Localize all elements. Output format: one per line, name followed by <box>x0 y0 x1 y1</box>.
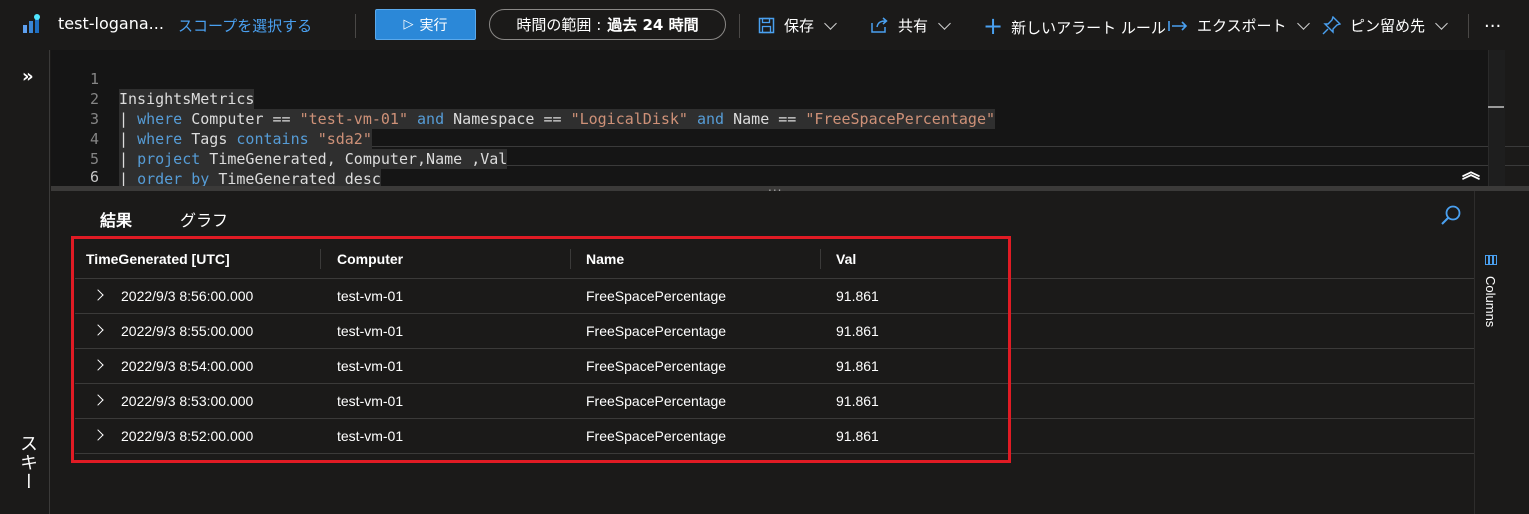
toolbar-divider <box>355 14 356 38</box>
chevron-down-icon <box>824 16 837 30</box>
cell-time: 2022/9/3 8:52:00.000 <box>121 428 254 444</box>
chevron-right-icon[interactable] <box>92 359 104 371</box>
scrollbar-thumb[interactable] <box>1488 106 1504 108</box>
schema-sidebar: » スキー <box>0 50 50 514</box>
chevron-down-icon <box>1435 16 1448 30</box>
chevron-right-icon[interactable] <box>92 324 104 336</box>
log-analytics-logo-icon <box>23 14 40 33</box>
run-label: 実行 <box>419 17 448 34</box>
collapse-icon[interactable]: ︽ <box>1462 158 1480 184</box>
column-divider[interactable] <box>570 249 571 269</box>
command-bar: test-logana... スコープを選択する ▷ 実行 時間の範囲 : 過去… <box>0 0 1529 50</box>
cell-computer: test-vm-01 <box>337 323 404 339</box>
more-icon[interactable]: ... <box>1484 11 1501 32</box>
column-header-val[interactable]: Val <box>836 239 856 278</box>
chevron-right-icon[interactable] <box>92 289 104 301</box>
code-line: 2 | where Computer == "test-vm-01" and N… <box>51 69 1451 129</box>
tab-chart[interactable]: グラフ <box>180 207 228 231</box>
cell-computer: test-vm-01 <box>337 393 404 409</box>
workspace-name: test-logana... <box>58 14 164 33</box>
table-row[interactable]: 2022/9/3 8:54:00.000 test-vm-01 FreeSpac… <box>75 349 1475 384</box>
expand-icon[interactable]: » <box>22 66 34 87</box>
editor-scrollbar[interactable] <box>1488 50 1505 186</box>
table-row[interactable]: 2022/9/3 8:56:00.000 test-vm-01 FreeSpac… <box>75 279 1475 314</box>
code-line: 1 InsightsMetrics <box>51 49 1451 109</box>
columns-icon <box>1485 255 1497 265</box>
cell-time: 2022/9/3 8:55:00.000 <box>121 323 254 339</box>
cell-name: FreeSpacePercentage <box>586 358 727 374</box>
chevron-down-icon <box>938 16 951 30</box>
chevron-right-icon[interactable] <box>92 394 104 406</box>
new-alert-rule-button[interactable]: + 新しいアラート ルール <box>983 12 1166 40</box>
pin-icon <box>1322 16 1341 35</box>
column-header-name[interactable]: Name <box>586 239 624 278</box>
select-scope-link[interactable]: スコープを選択する <box>178 15 312 36</box>
save-icon <box>758 17 775 34</box>
time-range-picker[interactable]: 時間の範囲 : 過去 24 時間 <box>489 9 726 40</box>
cell-name: FreeSpacePercentage <box>586 288 727 304</box>
toolbar-divider <box>1468 14 1469 38</box>
results-pane: 結果 グラフ TimeGenerated [UTC] Computer Name… <box>51 191 1529 514</box>
cell-time: 2022/9/3 8:54:00.000 <box>121 358 254 374</box>
play-icon: ▷ <box>403 17 414 32</box>
share-icon <box>871 17 888 33</box>
schema-label[interactable]: スキー <box>14 434 40 491</box>
cell-name: FreeSpacePercentage <box>586 393 727 409</box>
columns-label: Columns <box>1483 276 1498 328</box>
time-range-label: 時間の範囲 : <box>516 16 602 34</box>
cell-val: 91.861 <box>836 323 879 339</box>
toolbar-divider <box>739 14 740 38</box>
column-divider[interactable] <box>820 249 821 269</box>
cell-name: FreeSpacePercentage <box>586 323 727 339</box>
cell-val: 91.861 <box>836 393 879 409</box>
pin-menu-button[interactable]: ピン留め先 <box>1322 15 1448 36</box>
cell-computer: test-vm-01 <box>337 358 404 374</box>
export-icon <box>1168 20 1188 31</box>
column-header-computer[interactable]: Computer <box>337 239 403 278</box>
chevron-down-icon <box>1296 16 1310 30</box>
table-row[interactable]: 2022/9/3 8:53:00.000 test-vm-01 FreeSpac… <box>75 384 1475 419</box>
tab-results[interactable]: 結果 <box>100 207 132 231</box>
export-label: エクスポート <box>1197 17 1287 35</box>
time-range-value: 過去 24 時間 <box>607 16 699 34</box>
query-editor[interactable]: 1 InsightsMetrics 2 | where Computer == … <box>51 49 1529 206</box>
grid-header: TimeGenerated [UTC] Computer Name Val <box>75 239 1475 279</box>
columns-panel-toggle[interactable]: Columns <box>1475 240 1505 340</box>
code-line: 4 | project TimeGenerated, Computer,Name… <box>51 109 1451 169</box>
share-label: 共有 <box>898 17 929 35</box>
line-number: 6 <box>89 168 99 186</box>
cell-val: 91.861 <box>836 428 879 444</box>
save-menu-button[interactable]: 保存 <box>758 15 837 36</box>
cell-time: 2022/9/3 8:53:00.000 <box>121 393 254 409</box>
new-alert-label: 新しいアラート ルール <box>1011 19 1166 37</box>
pin-label: ピン留め先 <box>1350 17 1426 35</box>
code-line: 5 | order by TimeGenerated desc <box>51 129 1451 189</box>
cell-name: FreeSpacePercentage <box>586 428 727 444</box>
column-divider[interactable] <box>320 249 321 269</box>
cell-val: 91.861 <box>836 288 879 304</box>
cell-computer: test-vm-01 <box>337 428 404 444</box>
run-button[interactable]: ▷ 実行 <box>375 9 476 40</box>
cell-time: 2022/9/3 8:56:00.000 <box>121 288 254 304</box>
search-icon[interactable] <box>1440 204 1462 226</box>
column-header-timegenerated[interactable]: TimeGenerated [UTC] <box>86 239 230 278</box>
table-row[interactable]: 2022/9/3 8:52:00.000 test-vm-01 FreeSpac… <box>75 419 1475 454</box>
code-line: 3 | where Tags contains "sda2" <box>51 89 1451 149</box>
cell-computer: test-vm-01 <box>337 288 404 304</box>
save-label: 保存 <box>784 17 815 35</box>
share-menu-button[interactable]: 共有 <box>870 15 951 36</box>
table-row[interactable]: 2022/9/3 8:55:00.000 test-vm-01 FreeSpac… <box>75 314 1475 349</box>
plus-icon: + <box>983 12 1004 40</box>
cell-val: 91.861 <box>836 358 879 374</box>
code-line: 6 | limit 5 <box>51 147 1451 206</box>
export-menu-button[interactable]: エクスポート <box>1168 15 1310 36</box>
chevron-right-icon[interactable] <box>92 429 104 441</box>
